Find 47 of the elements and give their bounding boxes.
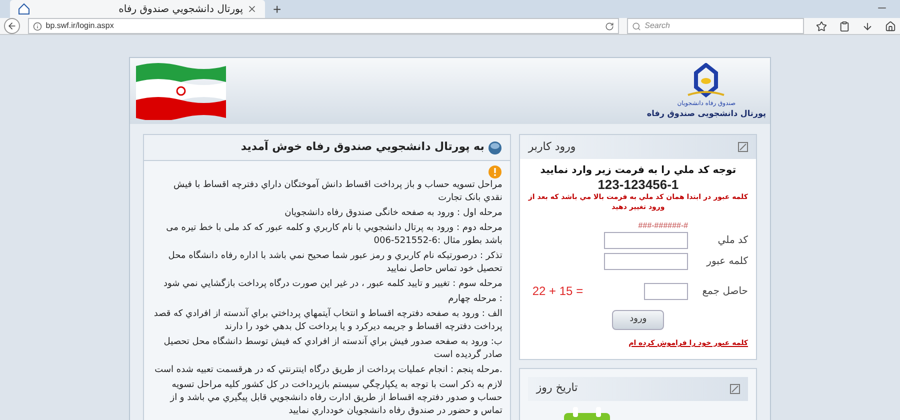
panel-title: ورود کاربر xyxy=(528,138,576,155)
instruction-text: مرحله سوم : تغيير و تاييد کلمه عبور ، در غير اين صورت درگاه پرداخت بازگشايي نمي شود xyxy=(162,278,502,291)
instruction-text: ب: ورود به صفحه صدور فيش براي آندسته از افرادي که فيش توسط دانشگاه محل تحصيل صادر گرديده است xyxy=(162,336,502,362)
national-id-hint: ###-######-# xyxy=(638,220,688,232)
instruction-text: الف : ورود به صفحه دفترچه اقساط و انتخاب آيتمهاي پرداختي براي آندسته از افرادي که قصد پرداخت دفترچه اقساط و جريمه ديرکرد و يا پرداخت کل بدهي خود را دارند xyxy=(152,308,502,334)
search-field[interactable]: Search xyxy=(626,18,804,34)
instruction-text: مرحله دوم : ورود به پرتال دانشجويي با نام کاربري و کلمه عبور که کد ملی با خط تيره می باشد بطور مثال :6-521552-006 xyxy=(165,222,502,248)
minimize-icon[interactable] xyxy=(738,142,748,152)
text-input[interactable] xyxy=(604,253,688,270)
info-icon[interactable] xyxy=(32,22,42,30)
welcome-title: به پورتال دانشجويي صندوق رفاه خوش آمديد xyxy=(240,139,484,156)
download-icon[interactable] xyxy=(862,20,873,32)
search-input[interactable]: Search xyxy=(644,20,799,32)
format-notice: توجه کد ملي را به فرمت زير وارد نماييد xyxy=(540,164,736,178)
url-text: bp.swf.ir/login.aspx xyxy=(46,20,115,32)
logo-icon xyxy=(686,62,726,98)
panel-title: تاريخ روز xyxy=(536,380,578,396)
new-tab-button[interactable]: + xyxy=(273,0,282,18)
minimize-icon[interactable] xyxy=(730,384,740,394)
field-label: کلمه عبور xyxy=(705,255,748,269)
close-icon[interactable] xyxy=(247,4,257,14)
home-icon[interactable] xyxy=(885,20,896,32)
alert-icon xyxy=(488,165,502,179)
text-input[interactable] xyxy=(604,232,688,249)
instruction-text: تذکر : درصورتيکه نام کاربري و رمز عبور شما صحيح نمي باشد با اداره رفاه دانشگاه محل تحصيل خود تماس حاصل نماييد xyxy=(167,250,502,276)
captcha-input[interactable] xyxy=(644,282,688,300)
login-button[interactable]: ورود xyxy=(612,310,664,330)
back-button[interactable] xyxy=(4,18,20,34)
format-example: 123-123456-1 xyxy=(598,178,679,192)
portal-name: پورتال دانشجويی صندوق رفاه xyxy=(646,108,766,120)
search-icon xyxy=(632,22,641,30)
url-field[interactable]: bp.swf.ir/login.aspx xyxy=(28,18,619,34)
field-label: کد ملي xyxy=(716,234,748,248)
clipboard-icon[interactable] xyxy=(839,20,850,32)
field-label: حاصل جمع xyxy=(701,284,748,298)
browser-tab[interactable]: پورتال دانشجويي صندوق رفاه xyxy=(10,0,265,18)
site-icon xyxy=(18,3,30,15)
back-arrow-icon xyxy=(6,21,17,31)
instruction-text: مراحل تسويه حساب و باز پرداخت اقساط دانش آموختگان داراي دفترچه اقساط با فيش نقدي بانک تجارت xyxy=(172,179,502,205)
globe-icon xyxy=(488,140,502,154)
bookmark-star-icon[interactable] xyxy=(816,20,827,32)
instruction-text: لازم به ذکر است با توجه به يکپارچگي سيستم بازپرداخت در کل کشور کليه مراحل تسويه حساب و صدور دفترچه اقساط از طريق ادارت رفاه دانشجويي قابل پيگيري مي باشد و از تماس و حضور در صندوق رفاه دانشجويان خودداري نماييد xyxy=(168,379,502,418)
reload-icon[interactable] xyxy=(604,22,614,30)
instruction-text: .مرحله پنجم : انجام عمليات پرداخت از طريق درگاه اينترنتي که در هرقسمت تعبيه شده است xyxy=(154,364,502,377)
instruction-text: : مرحله چهارم xyxy=(447,293,502,306)
tab-title: پورتال دانشجويي صندوق رفاه xyxy=(118,2,243,16)
instruction-text: مرحله اول : ورود به صفحه خانگی صندوق رفاه دانشجویان xyxy=(284,207,502,220)
